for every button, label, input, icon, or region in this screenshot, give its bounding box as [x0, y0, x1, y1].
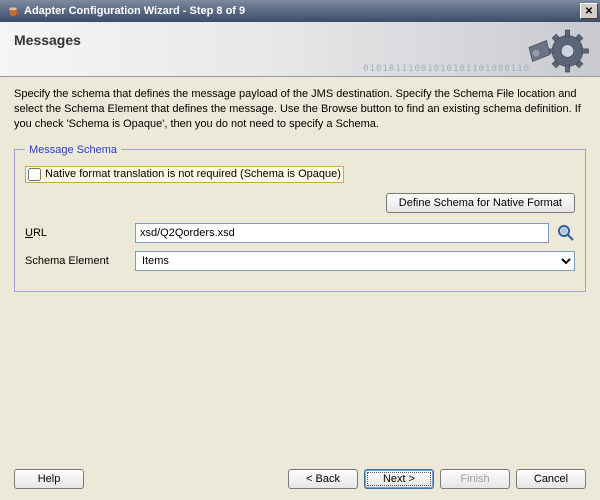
close-icon: ✕ [585, 6, 593, 17]
magnifier-icon [557, 224, 575, 242]
opaque-checkbox-label: Native format translation is not require… [45, 168, 341, 180]
url-label: URL [25, 227, 127, 239]
help-button[interactable]: Help [14, 469, 84, 489]
decorative-digits: 01010111001010101101000110 [363, 64, 530, 74]
window-title: Adapter Configuration Wizard - Step 8 of… [24, 5, 580, 17]
schema-element-row: Schema Element Items [25, 251, 575, 271]
define-schema-button[interactable]: Define Schema for Native Format [386, 193, 575, 213]
page-title: Messages [14, 32, 586, 48]
title-bar: Adapter Configuration Wizard - Step 8 of… [0, 0, 600, 22]
next-button[interactable]: Next > [364, 469, 434, 489]
app-icon [6, 4, 20, 18]
content-area: Specify the schema that defines the mess… [0, 77, 600, 458]
wizard-header: Messages 01010111001010101101000110 [0, 22, 600, 77]
url-row: URL [25, 223, 575, 243]
close-button[interactable]: ✕ [580, 3, 598, 19]
back-button[interactable]: < Back [288, 469, 358, 489]
schema-element-label: Schema Element [25, 255, 127, 267]
browse-button[interactable] [557, 224, 575, 242]
gear-icon [522, 26, 592, 76]
footer-bar: Help < Back Next > Finish Cancel [0, 458, 600, 500]
cancel-button[interactable]: Cancel [516, 469, 586, 489]
opaque-checkbox-row[interactable]: Native format translation is not require… [25, 166, 344, 183]
message-schema-fieldset: Message Schema Native format translation… [14, 144, 586, 292]
opaque-checkbox[interactable] [28, 168, 41, 181]
description-text: Specify the schema that defines the mess… [14, 87, 586, 132]
schema-element-select[interactable]: Items [135, 251, 575, 271]
url-input[interactable] [135, 223, 549, 243]
finish-button[interactable]: Finish [440, 469, 510, 489]
fieldset-legend: Message Schema [25, 144, 121, 156]
